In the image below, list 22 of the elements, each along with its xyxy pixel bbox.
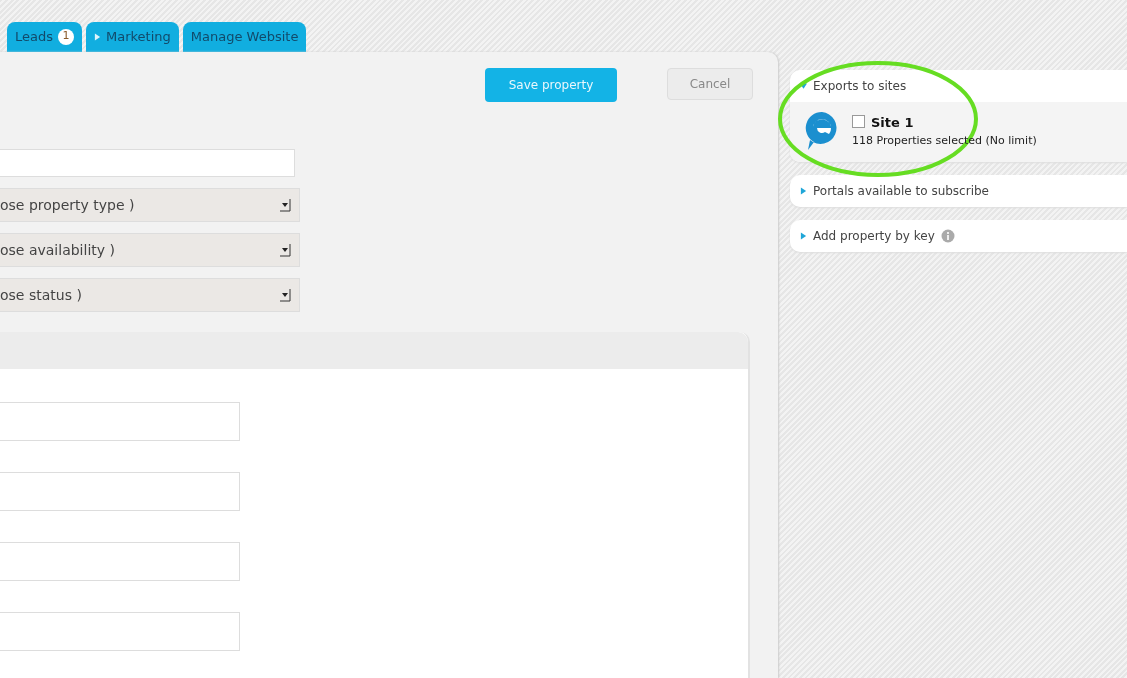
checkbox[interactable] xyxy=(852,115,865,128)
text-field[interactable] xyxy=(0,542,240,581)
tab[interactable]: Marketing xyxy=(86,22,179,52)
dropdown-arrow-icon[interactable] xyxy=(279,198,291,212)
site-name: Site 1 xyxy=(871,115,914,130)
tab[interactable]: Leads 1 xyxy=(7,22,82,52)
text-field[interactable] xyxy=(0,149,295,177)
panel-title[interactable]: Portals available to subscribe xyxy=(813,182,989,200)
select-field[interactable]: ose property type ) xyxy=(0,188,300,222)
tab[interactable]: Manage Website xyxy=(182,22,307,52)
select-field[interactable]: ose availability ) xyxy=(0,233,300,267)
text-field[interactable] xyxy=(0,612,240,651)
panel-title[interactable]: Exports to sites xyxy=(813,77,907,95)
triangle-icon xyxy=(94,32,101,41)
select-field[interactable]: ose status ) xyxy=(0,278,300,312)
text-field[interactable] xyxy=(0,402,240,441)
dropdown-arrow-icon[interactable] xyxy=(279,243,291,257)
info-icon[interactable] xyxy=(940,229,955,243)
count-badge: 1 xyxy=(58,28,74,45)
panel-title[interactable]: Add property by key xyxy=(813,227,935,245)
text-field[interactable] xyxy=(0,472,240,511)
dropdown-arrow-icon[interactable] xyxy=(279,288,291,302)
